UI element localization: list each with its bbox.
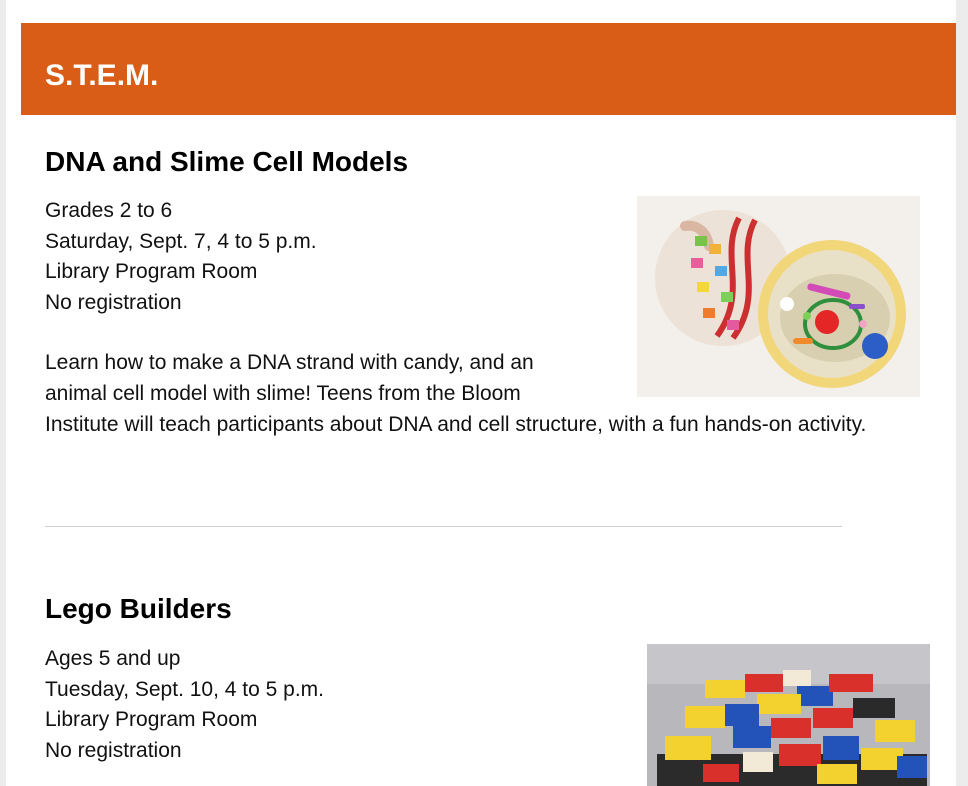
event-audience: Grades 2 to 6 [45,199,173,222]
event-registration: No registration [45,290,182,314]
event-title: Lego Builders [45,593,232,624]
dna-and-slime-cell-photo [637,196,920,397]
event-datetime: Tuesday, Sept. 10, 4 to 5 p.m. [45,677,324,701]
section-header: S.T.E.M. [21,23,956,115]
event-location: Library Program Room [45,260,258,283]
section-title: S.T.E.M. [45,59,159,92]
lego-bricks-photo [647,644,930,786]
event-location: Library Program Room [45,708,258,731]
event-title: DNA and Slime Cell Models [45,146,409,177]
event-audience: Ages 5 and up [45,647,181,670]
event-details: Ages 5 and up Tuesday, Sept. 10, 4 to 5 … [45,644,324,766]
content-panel: S.T.E.M. DNA and Slime Cell Models Grade… [6,0,956,786]
event-datetime: Saturday, Sept. 7, 4 to 5 p.m. [45,229,317,253]
event-registration: No registration [45,738,182,762]
section-divider [45,526,842,527]
event-details: Grades 2 to 6 Saturday, Sept. 7, 4 to 5 … [45,196,317,318]
